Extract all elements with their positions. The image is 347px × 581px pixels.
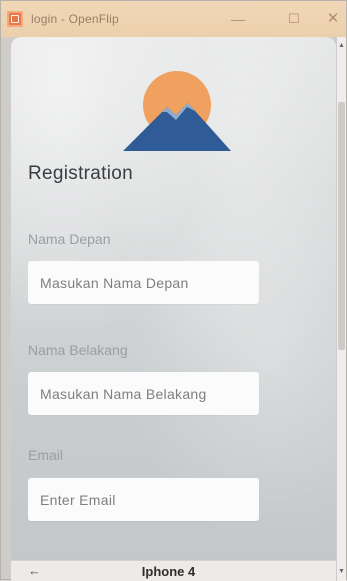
app-window: login - OpenFlip — ☐ ✕ Registration Nama…: [0, 0, 347, 581]
first-name-input[interactable]: [28, 261, 259, 304]
app-viewport: Registration Nama Depan Nama Belakang Em…: [11, 37, 336, 560]
device-toolbar: ← Iphone 4: [11, 560, 336, 581]
close-button[interactable]: ✕: [319, 9, 347, 29]
window-title: login - OpenFlip: [31, 12, 119, 26]
maximize-button[interactable]: ☐: [280, 9, 308, 29]
last-name-input[interactable]: [28, 372, 259, 415]
mountain-sun-logo-icon: [123, 71, 231, 151]
scrollbar-thumb[interactable]: [338, 102, 345, 350]
last-name-label: Nama Belakang: [28, 342, 128, 358]
scroll-up-icon[interactable]: ▲: [337, 41, 346, 51]
scroll-down-icon[interactable]: ▼: [337, 567, 346, 577]
email-input[interactable]: [28, 478, 259, 521]
app-icon: [7, 11, 23, 27]
page-title: Registration: [28, 163, 133, 184]
minimize-button[interactable]: —: [224, 9, 252, 29]
email-label: Email: [28, 447, 64, 463]
first-name-label: Nama Depan: [28, 231, 111, 247]
device-name-label[interactable]: Iphone 4: [1, 564, 336, 579]
title-bar[interactable]: login - OpenFlip — ☐ ✕: [1, 1, 346, 37]
